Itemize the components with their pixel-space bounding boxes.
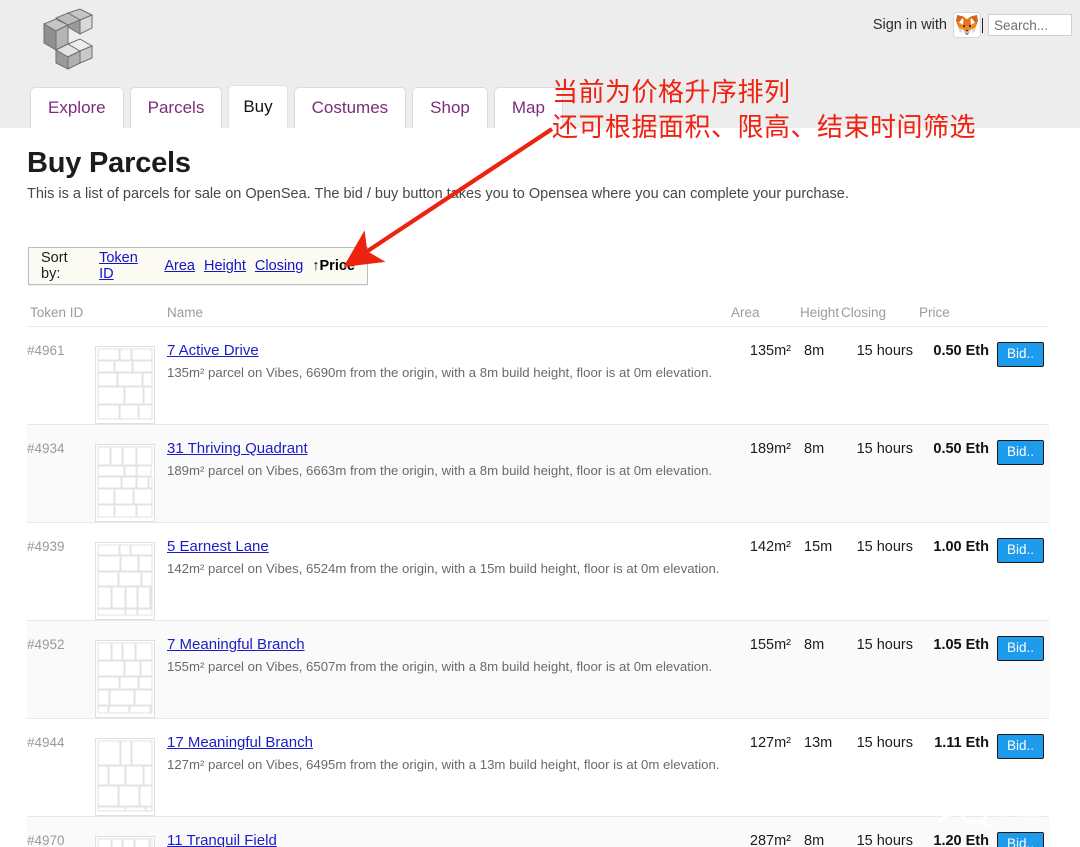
parcel-name-link[interactable]: 5 Earnest Lane <box>167 538 269 555</box>
table-row[interactable]: #4961 7 Active Drive 135m² parcel on Vib… <box>27 327 1049 425</box>
parcels-table: Token ID Name Area Height Closing Price … <box>27 299 1049 847</box>
sort-by-label: Sort by: <box>41 250 90 282</box>
column-header-area: Area <box>731 305 791 320</box>
sort-option-price-active[interactable]: ↑Price <box>312 258 355 274</box>
signin-label: Sign in with <box>873 17 947 33</box>
bid-button[interactable]: Bid.. <box>997 342 1044 367</box>
token-id: #4970 <box>27 833 65 847</box>
parcel-price: 0.50 Eth <box>933 343 989 359</box>
page-subtitle: This is a list of parcels for sale on Op… <box>27 186 849 202</box>
tab-label: Shop <box>430 98 470 118</box>
tab-label: Costumes <box>312 98 389 118</box>
token-id: #4939 <box>27 539 65 554</box>
bid-button[interactable]: Bid.. <box>997 734 1044 759</box>
parcel-thumbnail[interactable] <box>95 444 155 522</box>
parcel-height: 8m <box>804 637 824 653</box>
column-header-token-id: Token ID <box>27 305 95 320</box>
parcel-area: 155m² <box>750 637 791 653</box>
table-row[interactable]: #4952 7 Meaningful Branch 155m² parcel o… <box>27 621 1049 719</box>
cryptovoxels-logo[interactable] <box>30 6 100 74</box>
sort-option-token-id[interactable]: Token ID <box>99 250 155 282</box>
parcel-price: 1.05 Eth <box>933 637 989 653</box>
parcel-closing: 15 hours <box>857 637 913 653</box>
parcel-area: 189m² <box>750 441 791 457</box>
parcel-thumbnail[interactable] <box>95 542 155 620</box>
parcel-name-link[interactable]: 31 Thriving Quadrant <box>167 440 308 457</box>
parcel-area: 135m² <box>750 343 791 359</box>
table-row[interactable]: #4970 11 Tranquil Field 287m² parcel on … <box>27 817 1049 847</box>
metamask-signin-button[interactable] <box>953 12 981 38</box>
parcel-name-link[interactable]: 7 Active Drive <box>167 342 259 359</box>
parcel-price: 1.20 Eth <box>933 833 989 847</box>
parcel-closing: 15 hours <box>857 441 913 457</box>
parcel-height: 13m <box>804 735 832 751</box>
tab-map[interactable]: Map <box>494 87 563 128</box>
parcel-name-link[interactable]: 11 Tranquil Field <box>167 832 277 847</box>
tab-parcels[interactable]: Parcels <box>130 87 223 128</box>
parcel-height: 8m <box>804 343 824 359</box>
parcel-area: 127m² <box>750 735 791 751</box>
site-header: Sign in with <box>0 0 1080 128</box>
parcel-height: 8m <box>804 833 824 847</box>
parcel-thumbnail[interactable] <box>95 346 155 424</box>
parcel-price: 1.11 Eth <box>934 735 989 751</box>
parcel-name-link[interactable]: 17 Meaningful Branch <box>167 734 313 751</box>
sort-option-closing[interactable]: Closing <box>255 258 303 274</box>
parcel-description: 189m² parcel on Vibes, 6663m from the or… <box>167 463 731 478</box>
token-id: #4952 <box>27 637 65 652</box>
sort-option-height[interactable]: Height <box>204 258 246 274</box>
parcel-closing: 15 hours <box>857 343 913 359</box>
main-nav-tabs: Explore Parcels Buy Costumes Shop Map <box>30 84 563 128</box>
table-header-row: Token ID Name Area Height Closing Price <box>27 299 1049 327</box>
token-id: #4934 <box>27 441 65 456</box>
signin-area: Sign in with <box>873 11 1072 39</box>
parcel-thumbnail[interactable] <box>95 738 155 816</box>
parcel-height: 8m <box>804 441 824 457</box>
parcel-height: 15m <box>804 539 832 555</box>
parcel-description: 155m² parcel on Vibes, 6507m from the or… <box>167 659 731 674</box>
tab-buy[interactable]: Buy <box>228 85 287 128</box>
tab-label: Map <box>512 98 545 118</box>
bid-button[interactable]: Bid.. <box>997 440 1044 465</box>
parcel-closing: 15 hours <box>857 735 913 751</box>
parcel-thumbnail[interactable] <box>95 836 155 847</box>
column-header-closing: Closing <box>841 305 913 320</box>
page-title: Buy Parcels <box>27 147 191 180</box>
token-id: #4944 <box>27 735 65 750</box>
table-row[interactable]: #4934 31 Thriving Quadrant 189m² parcel … <box>27 425 1049 523</box>
table-row[interactable]: #4939 5 Earnest Lane 142m² parcel on Vib… <box>27 523 1049 621</box>
tab-label: Buy <box>243 97 272 117</box>
text-cursor <box>982 18 983 33</box>
parcel-closing: 15 hours <box>857 833 913 847</box>
bid-button[interactable]: Bid.. <box>997 636 1044 661</box>
search-input[interactable] <box>988 14 1072 36</box>
parcel-price: 1.00 Eth <box>933 539 989 555</box>
bid-button[interactable]: Bid.. <box>997 538 1044 563</box>
token-id: #4961 <box>27 343 65 358</box>
parcel-price: 0.50 Eth <box>933 441 989 457</box>
parcel-area: 142m² <box>750 539 791 555</box>
tab-costumes[interactable]: Costumes <box>294 87 407 128</box>
parcel-area: 287m² <box>750 833 791 847</box>
buy-parcels-page: Sign in with <box>0 0 1080 847</box>
column-header-price: Price <box>913 305 989 320</box>
tab-label: Explore <box>48 98 106 118</box>
parcel-thumbnail[interactable] <box>95 640 155 718</box>
parcel-description: 135m² parcel on Vibes, 6690m from the or… <box>167 365 731 380</box>
column-header-height: Height <box>791 305 841 320</box>
table-row[interactable]: #4944 17 Meaningful Branch 127m² parcel … <box>27 719 1049 817</box>
sort-option-area[interactable]: Area <box>164 258 195 274</box>
parcel-description: 142m² parcel on Vibes, 6524m from the or… <box>167 561 731 576</box>
sort-bar: Sort by: Token ID Area Height Closing ↑P… <box>28 247 368 285</box>
tab-shop[interactable]: Shop <box>412 87 488 128</box>
bid-button[interactable]: Bid.. <box>997 832 1044 847</box>
parcel-closing: 15 hours <box>857 539 913 555</box>
tab-label: Parcels <box>148 98 205 118</box>
tab-explore[interactable]: Explore <box>30 87 124 128</box>
parcel-name-link[interactable]: 7 Meaningful Branch <box>167 636 305 653</box>
parcel-description: 127m² parcel on Vibes, 6495m from the or… <box>167 757 731 772</box>
column-header-name: Name <box>167 305 731 320</box>
metamask-fox-icon <box>955 14 979 36</box>
